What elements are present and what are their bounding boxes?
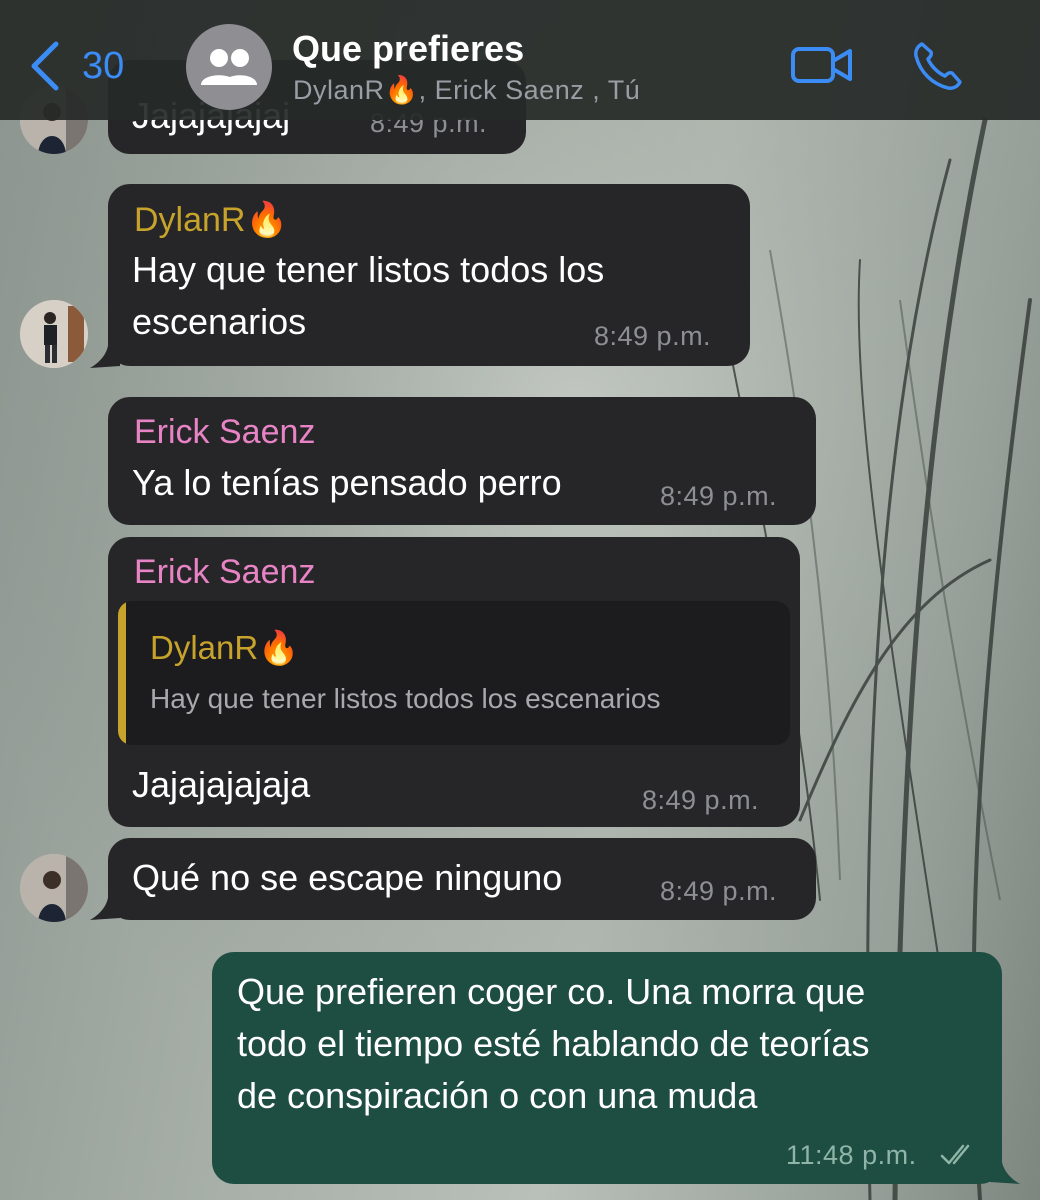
chat-header: 30 Que prefieres DylanR🔥, Erick Saenz , … — [0, 0, 1040, 120]
message-time: 11:48 p.m. — [786, 1140, 917, 1170]
avatar-dylanr[interactable] — [20, 300, 88, 368]
message-time: 8:49 p.m. — [660, 876, 778, 906]
bubble-tail — [990, 1154, 1020, 1184]
message-text: de conspiración o con una muda — [237, 1075, 758, 1116]
message-text: Hay que tener listos todos los — [132, 249, 605, 290]
profile-photo — [20, 854, 88, 922]
sender-name[interactable]: Erick Saenz — [134, 413, 315, 452]
video-call-button[interactable] — [790, 44, 854, 91]
message-text: escenarios — [132, 301, 307, 342]
sender-name[interactable]: DylanR🔥 — [134, 200, 288, 240]
voice-call-button[interactable] — [912, 40, 964, 97]
back-button[interactable]: 30 — [28, 40, 124, 92]
video-camera-icon — [791, 47, 852, 83]
message-bubble[interactable]: Erick Saenz DylanR🔥 Hay que tener listos… — [108, 537, 800, 827]
message-text: todo el tiempo esté hablando de teorías — [237, 1023, 870, 1064]
double-check-read-icon — [940, 1144, 970, 1165]
message-text: Jajajajajaja — [132, 764, 311, 805]
sender-name[interactable]: Erick Saenz — [134, 553, 315, 592]
message-bubble[interactable]: Qué no se escape ninguno 8:49 p.m. — [108, 838, 816, 920]
profile-photo — [20, 300, 88, 368]
message-time: 8:49 p.m. — [660, 481, 778, 511]
message-bubble[interactable]: Erick Saenz Ya lo tenías pensado perro 8… — [108, 397, 816, 525]
unread-count: 30 — [82, 44, 125, 87]
message-time: 8:49 p.m. — [594, 321, 712, 351]
reply-quote[interactable]: DylanR🔥 Hay que tener listos todos los e… — [118, 601, 790, 745]
message-text: Qué no se escape ninguno — [132, 857, 563, 898]
quoted-text: Hay que tener listos todos los escenario… — [150, 683, 661, 714]
quote-accent-bar — [118, 601, 126, 745]
avatar-erick[interactable] — [20, 854, 88, 922]
message-time: 8:49 p.m. — [642, 785, 760, 815]
group-avatar-icon — [201, 49, 257, 85]
quoted-sender: DylanR🔥 — [150, 629, 300, 666]
message-bubble[interactable]: DylanR🔥 Hay que tener listos todos los e… — [108, 184, 750, 366]
message-text: Que prefieren coger co. Una morra que — [237, 971, 866, 1012]
chat-members[interactable]: DylanR🔥, Erick Saenz , Tú — [293, 74, 640, 106]
message-text: Ya lo tenías pensado perro — [132, 462, 562, 503]
outgoing-message-bubble[interactable]: Que prefieren coger co. Una morra que to… — [212, 952, 1002, 1184]
chevron-left-icon — [31, 41, 59, 91]
chat-title[interactable]: Que prefieres — [292, 28, 524, 70]
phone-icon — [914, 42, 962, 90]
group-avatar[interactable] — [186, 24, 272, 110]
